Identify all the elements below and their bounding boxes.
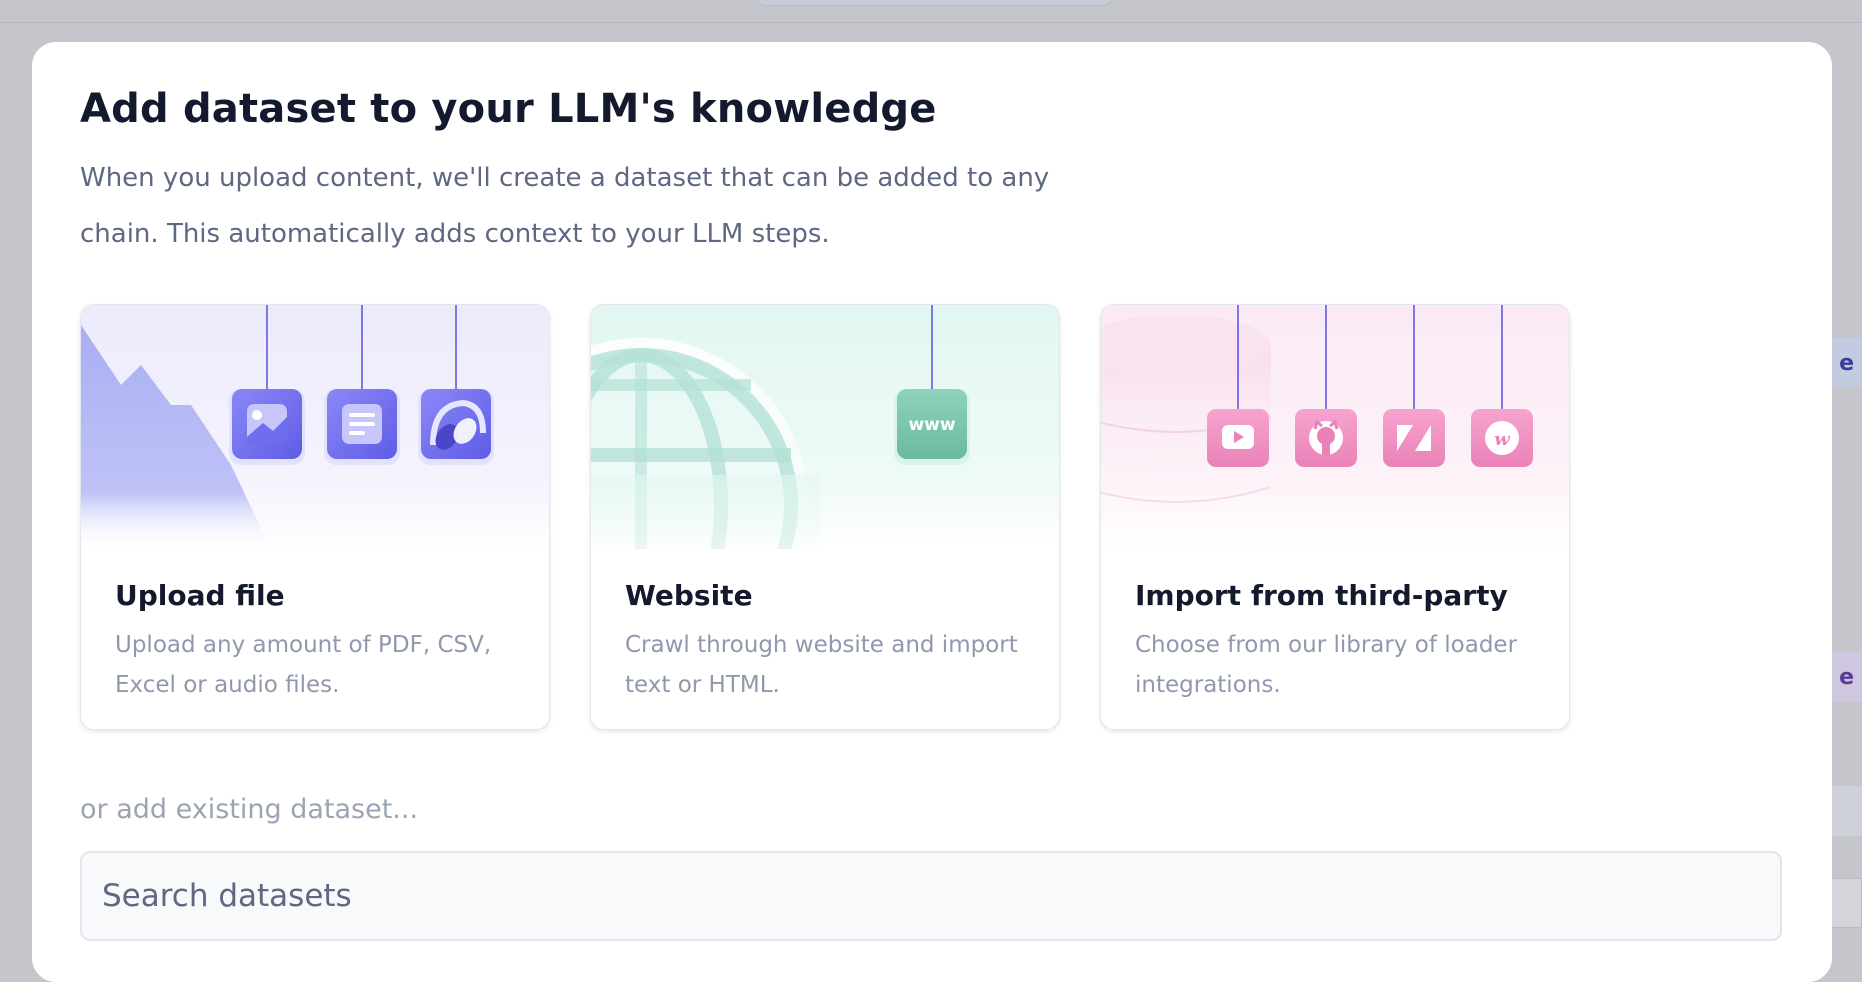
website-description: Crawl through website and import text or… <box>625 632 1018 698</box>
website-illustration: www <box>591 305 1059 549</box>
audio-icon <box>421 389 491 459</box>
zendesk-icon <box>1383 409 1445 467</box>
modal-title: Add dataset to your LLM's knowledge <box>80 86 937 132</box>
www-icon: www <box>897 389 967 459</box>
background-tab <box>756 0 1112 6</box>
webflow-icon: w <box>1471 409 1533 467</box>
github-icon <box>1295 409 1357 467</box>
document-icon <box>327 389 397 459</box>
svg-text:www: www <box>908 415 955 435</box>
existing-dataset-label: or add existing dataset... <box>80 794 419 825</box>
website-title: Website <box>625 579 753 612</box>
website-card[interactable]: www Website Crawl through website and im… <box>590 304 1060 730</box>
youtube-icon <box>1207 409 1269 467</box>
third-party-illustration: w <box>1101 305 1569 549</box>
third-party-card[interactable]: w Import from third-party Choose from ou… <box>1100 304 1570 730</box>
upload-file-description: Upload any amount of PDF, CSV, Excel or … <box>115 632 492 698</box>
search-datasets-input[interactable] <box>80 851 1782 941</box>
upload-file-title: Upload file <box>115 579 285 612</box>
image-icon <box>232 389 302 459</box>
third-party-title: Import from third-party <box>1135 579 1508 612</box>
third-party-description: Choose from our library of loader integr… <box>1135 632 1518 698</box>
modal-subtitle: When you upload content, we'll create a … <box>80 163 1050 249</box>
add-dataset-modal: Add dataset to your LLM's knowledge When… <box>32 42 1832 982</box>
upload-file-card[interactable]: Upload file Upload any amount of PDF, CS… <box>80 304 550 730</box>
svg-text:w: w <box>1494 429 1511 450</box>
upload-file-illustration <box>81 305 549 549</box>
background-divider <box>0 22 1862 23</box>
